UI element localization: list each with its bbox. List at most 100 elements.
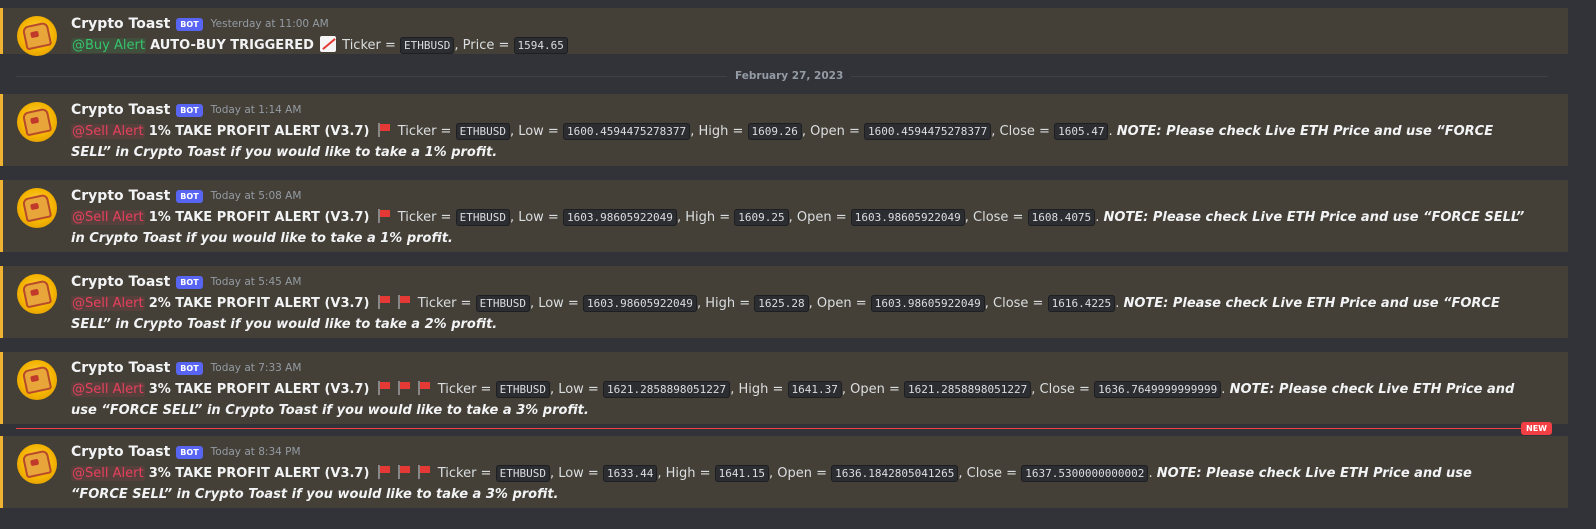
high-value: 1641.37 <box>787 381 842 398</box>
ticker-value: ETHBUSD <box>495 381 550 398</box>
close-value: 1608.4075 <box>1027 209 1096 226</box>
timestamp[interactable]: Yesterday at 11:00 AM <box>211 18 329 30</box>
close-value: 1636.7649999999999 <box>1094 381 1222 398</box>
toast-icon <box>21 107 53 137</box>
alert-title: AUTO-BUY TRIGGERED <box>150 38 314 53</box>
avatar[interactable] <box>17 444 57 484</box>
red-flag-icon <box>417 465 431 479</box>
ticker-label: Ticker = <box>437 382 492 397</box>
toast-icon <box>21 449 53 479</box>
low-label: , Low = <box>529 296 579 311</box>
avatar[interactable] <box>17 102 57 142</box>
bot-badge: BOT <box>176 103 203 117</box>
high-label: , High = <box>696 296 751 311</box>
low-label: , Low = <box>509 124 559 139</box>
role-mention[interactable]: @Buy Alert <box>71 38 146 53</box>
red-flag-icon <box>417 381 431 395</box>
message-item[interactable]: Crypto Toast BOT Today at 7:33 AM @Sell … <box>0 352 1568 424</box>
message-item[interactable]: Crypto Toast BOT Today at 8:34 PM @Sell … <box>0 436 1568 508</box>
alert-title: 3% TAKE PROFIT ALERT (V3.7) <box>148 466 370 481</box>
toast-icon <box>21 279 53 309</box>
close-value: 1616.4225 <box>1047 295 1116 312</box>
avatar[interactable] <box>17 188 57 228</box>
author-name[interactable]: Crypto Toast <box>71 274 170 290</box>
red-flag-icon <box>377 209 391 223</box>
ticker-value: ETHBUSD <box>455 209 510 226</box>
role-mention[interactable]: @Sell Alert <box>71 382 145 397</box>
role-mention[interactable]: @Sell Alert <box>71 296 145 311</box>
timestamp[interactable]: Today at 1:14 AM <box>211 104 302 116</box>
open-value: 1603.98605922049 <box>850 209 965 226</box>
timestamp[interactable]: Today at 5:45 AM <box>211 276 302 288</box>
message-item[interactable]: Crypto Toast BOT Today at 5:08 AM @Sell … <box>0 180 1568 252</box>
author-name[interactable]: Crypto Toast <box>71 444 170 460</box>
avatar[interactable] <box>17 360 57 400</box>
ticker-label: Ticker = <box>437 466 492 481</box>
red-flag-icon <box>377 123 391 137</box>
ticker-label: Ticker = <box>342 38 396 53</box>
ticker-label: Ticker = <box>417 296 472 311</box>
ticker-label: Ticker = <box>397 210 452 225</box>
role-mention[interactable]: @Sell Alert <box>71 466 145 481</box>
open-value: 1621.2858898051227 <box>904 381 1032 398</box>
red-flag-icon <box>377 465 391 479</box>
author-name[interactable]: Crypto Toast <box>71 102 170 118</box>
ticker-label: Ticker = <box>397 124 452 139</box>
bot-badge: BOT <box>176 189 203 203</box>
high-value: 1625.28 <box>754 295 809 312</box>
open-value: 1636.1842805041265 <box>831 465 959 482</box>
timestamp[interactable]: Today at 5:08 AM <box>211 190 302 202</box>
alert-title: 3% TAKE PROFIT ALERT (V3.7) <box>148 382 370 397</box>
low-label: , Low = <box>549 382 599 397</box>
price-label: , Price = <box>454 38 510 53</box>
high-value: 1641.15 <box>714 465 769 482</box>
low-value: 1621.2858898051227 <box>602 381 731 398</box>
open-label: , Open = <box>801 124 860 139</box>
open-label: , Open = <box>788 210 847 225</box>
message-item[interactable]: Crypto Toast BOT Today at 5:45 AM @Sell … <box>0 266 1568 338</box>
red-flag-icon <box>397 295 411 309</box>
message-item[interactable]: Crypto Toast BOT Today at 1:14 AM @Sell … <box>0 94 1568 166</box>
ticker-value: ETHBUSD <box>400 37 455 54</box>
low-value: 1603.98605922049 <box>582 295 697 312</box>
bot-badge: BOT <box>176 361 203 375</box>
close-label: , Close = <box>984 296 1044 311</box>
avatar[interactable] <box>17 16 57 56</box>
role-mention[interactable]: @Sell Alert <box>71 124 145 139</box>
toast-icon <box>21 193 53 223</box>
alert-title: 1% TAKE PROFIT ALERT (V3.7) <box>148 210 370 225</box>
toast-icon <box>21 21 53 51</box>
red-flag-icon <box>397 465 411 479</box>
open-label: , Open = <box>769 466 828 481</box>
timestamp[interactable]: Today at 8:34 PM <box>211 446 301 458</box>
open-value: 1600.4594475278377 <box>864 123 992 140</box>
high-value: 1609.25 <box>734 209 789 226</box>
low-label: , Low = <box>549 466 599 481</box>
red-flag-icon <box>377 295 391 309</box>
author-name[interactable]: Crypto Toast <box>71 360 170 376</box>
open-value: 1603.98605922049 <box>870 295 985 312</box>
bot-badge: BOT <box>176 17 203 31</box>
red-flag-icon <box>397 381 411 395</box>
avatar[interactable] <box>17 274 57 314</box>
low-value: 1633.44 <box>602 465 658 482</box>
role-mention[interactable]: @Sell Alert <box>71 210 145 225</box>
author-name[interactable]: Crypto Toast <box>71 16 170 32</box>
author-name[interactable]: Crypto Toast <box>71 188 170 204</box>
open-label: , Open = <box>841 382 900 397</box>
message-item[interactable]: Crypto Toast BOT Yesterday at 11:00 AM @… <box>0 8 1568 56</box>
high-label: , High = <box>657 466 711 481</box>
high-label: , High = <box>730 382 784 397</box>
price-value: 1594.65 <box>513 37 568 54</box>
low-value: 1603.98605922049 <box>562 209 677 226</box>
open-label: , Open = <box>808 296 867 311</box>
new-messages-line <box>16 428 1532 429</box>
bot-badge: BOT <box>176 445 203 459</box>
ticker-value: ETHBUSD <box>495 465 550 482</box>
low-value: 1600.4594475278377 <box>562 123 691 140</box>
toast-icon <box>21 365 53 395</box>
close-label: , Close = <box>964 210 1024 225</box>
alert-title: 1% TAKE PROFIT ALERT (V3.7) <box>148 124 370 139</box>
close-label: , Close = <box>991 124 1050 139</box>
timestamp[interactable]: Today at 7:33 AM <box>211 362 302 374</box>
